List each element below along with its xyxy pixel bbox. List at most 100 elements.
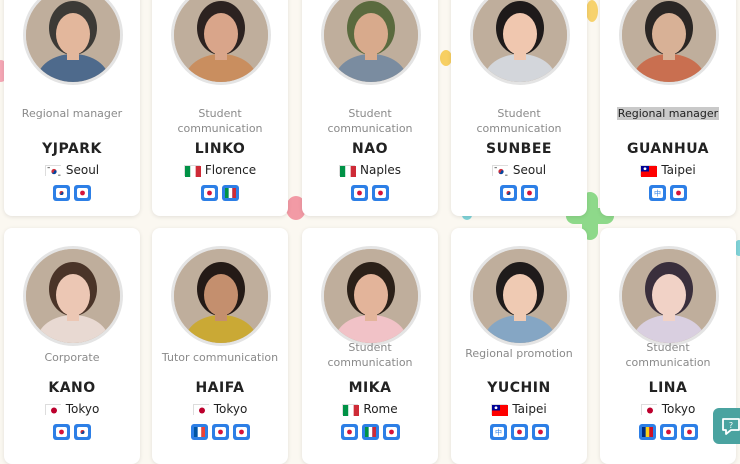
avatar-photo (324, 249, 418, 343)
language-kr-icon (53, 185, 70, 201)
language-badges (451, 185, 587, 201)
language-ja-icon (340, 424, 358, 440)
tutor-name: MIKA (348, 380, 392, 396)
tutor-name: GUANHUA (627, 141, 709, 157)
city-label: Seoul (65, 163, 100, 177)
language-kr-icon (500, 185, 517, 201)
profile-card[interactable]: Student communication LINKO Florence (152, 0, 288, 216)
profile-card[interactable]: Corporate KANO Tokyo (4, 228, 140, 464)
chat-help-button[interactable]: ? (713, 408, 740, 444)
profile-card[interactable]: Regional promotion YUCHIN Taipei 中 (451, 228, 587, 464)
flag-tw-icon (491, 403, 509, 416)
city-label: Rome (363, 402, 398, 416)
city-label: Tokyo (65, 402, 100, 416)
language-ja-icon (659, 424, 677, 440)
language-kr-icon (74, 424, 91, 440)
language-fr-icon (190, 424, 208, 440)
city-label: Seoul (512, 163, 547, 177)
tutor-name: SUNBEE (486, 141, 552, 157)
location: Seoul (4, 163, 140, 177)
role-label: Regional manager (21, 107, 123, 120)
city-label: Tokyo (213, 402, 248, 416)
language-ja-icon (510, 424, 528, 440)
profile-card[interactable]: Student communication SUNBEE Seoul (451, 0, 587, 216)
svg-text:中: 中 (495, 428, 502, 437)
flag-it-icon (339, 164, 357, 177)
role-label: Student communication (476, 107, 562, 135)
language-ja-icon (211, 424, 229, 440)
city-label: Tokyo (661, 402, 696, 416)
location: Florence (152, 163, 288, 177)
language-badges: 中 (451, 424, 587, 440)
language-zh-icon: 中 (489, 424, 507, 440)
language-it-icon (222, 185, 239, 201)
language-it-icon (361, 424, 379, 440)
language-ro-icon (638, 424, 656, 440)
chat-help-icon: ? (722, 418, 740, 435)
avatar-photo (174, 0, 268, 82)
language-zh-icon: 中 (649, 185, 666, 201)
location: Tokyo (152, 402, 288, 416)
avatar-photo (473, 249, 567, 343)
language-ja-icon (521, 185, 538, 201)
svg-text:中: 中 (654, 189, 661, 198)
location: Taipei (451, 402, 587, 416)
role-label: Student communication (625, 341, 711, 369)
avatar (171, 0, 271, 85)
language-ja-icon (53, 424, 70, 440)
tutor-name: LINA (648, 380, 688, 396)
avatar-photo (473, 0, 567, 82)
role-label: Corporate (44, 351, 100, 364)
flag-jp-icon (640, 403, 658, 416)
avatar (23, 0, 123, 85)
language-ja-icon (351, 185, 368, 201)
language-badges (152, 424, 288, 440)
language-ja-icon (382, 424, 400, 440)
avatar (321, 246, 421, 346)
city-label: Naples (360, 163, 401, 177)
tutor-name: KANO (48, 380, 96, 396)
language-ja-icon (680, 424, 698, 440)
role-label: Regional promotion (465, 347, 573, 360)
tutor-name: LINKO (194, 141, 246, 157)
location: Taipei (600, 163, 736, 177)
flag-kr-icon (44, 164, 62, 177)
avatar (619, 0, 719, 85)
profile-card[interactable]: Student communication NAO Naples (302, 0, 438, 216)
profile-card[interactable]: Regional manager YJPARK Seoul (4, 0, 140, 216)
role-label: Tutor communication (161, 351, 279, 364)
avatar-photo (26, 0, 120, 82)
avatar (470, 246, 570, 346)
avatar-photo (174, 249, 268, 343)
flag-jp-icon (192, 403, 210, 416)
profile-card[interactable]: Regional manager GUANHUA Taipei 中 (600, 0, 736, 216)
city-label: Taipei (512, 402, 547, 416)
location: Tokyo (4, 402, 140, 416)
language-badges (4, 185, 140, 201)
role-label: Student communication (327, 107, 413, 135)
language-badges (302, 424, 438, 440)
city-label: Taipei (661, 163, 696, 177)
language-ja-icon (670, 185, 687, 201)
avatar (171, 246, 271, 346)
tutor-name: HAIFA (195, 380, 245, 396)
profile-card[interactable]: Tutor communication HAIFA Tokyo (152, 228, 288, 464)
avatar-photo (324, 0, 418, 82)
avatar (470, 0, 570, 85)
language-badges (302, 185, 438, 201)
language-badges: 中 (600, 185, 736, 201)
background-dot (586, 0, 598, 22)
language-ja-icon (531, 424, 549, 440)
role-label: Regional manager (616, 107, 720, 120)
flag-it-icon (183, 164, 201, 177)
language-ja-icon (74, 185, 91, 201)
avatar-photo (26, 249, 120, 343)
role-label: Student communication (177, 107, 263, 135)
location: Rome (302, 402, 438, 416)
svg-text:?: ? (729, 421, 733, 430)
location: Seoul (451, 163, 587, 177)
profile-card[interactable]: Student communication MIKA Rome (302, 228, 438, 464)
avatar (619, 246, 719, 346)
avatar-photo (622, 0, 716, 82)
location: Naples (302, 163, 438, 177)
